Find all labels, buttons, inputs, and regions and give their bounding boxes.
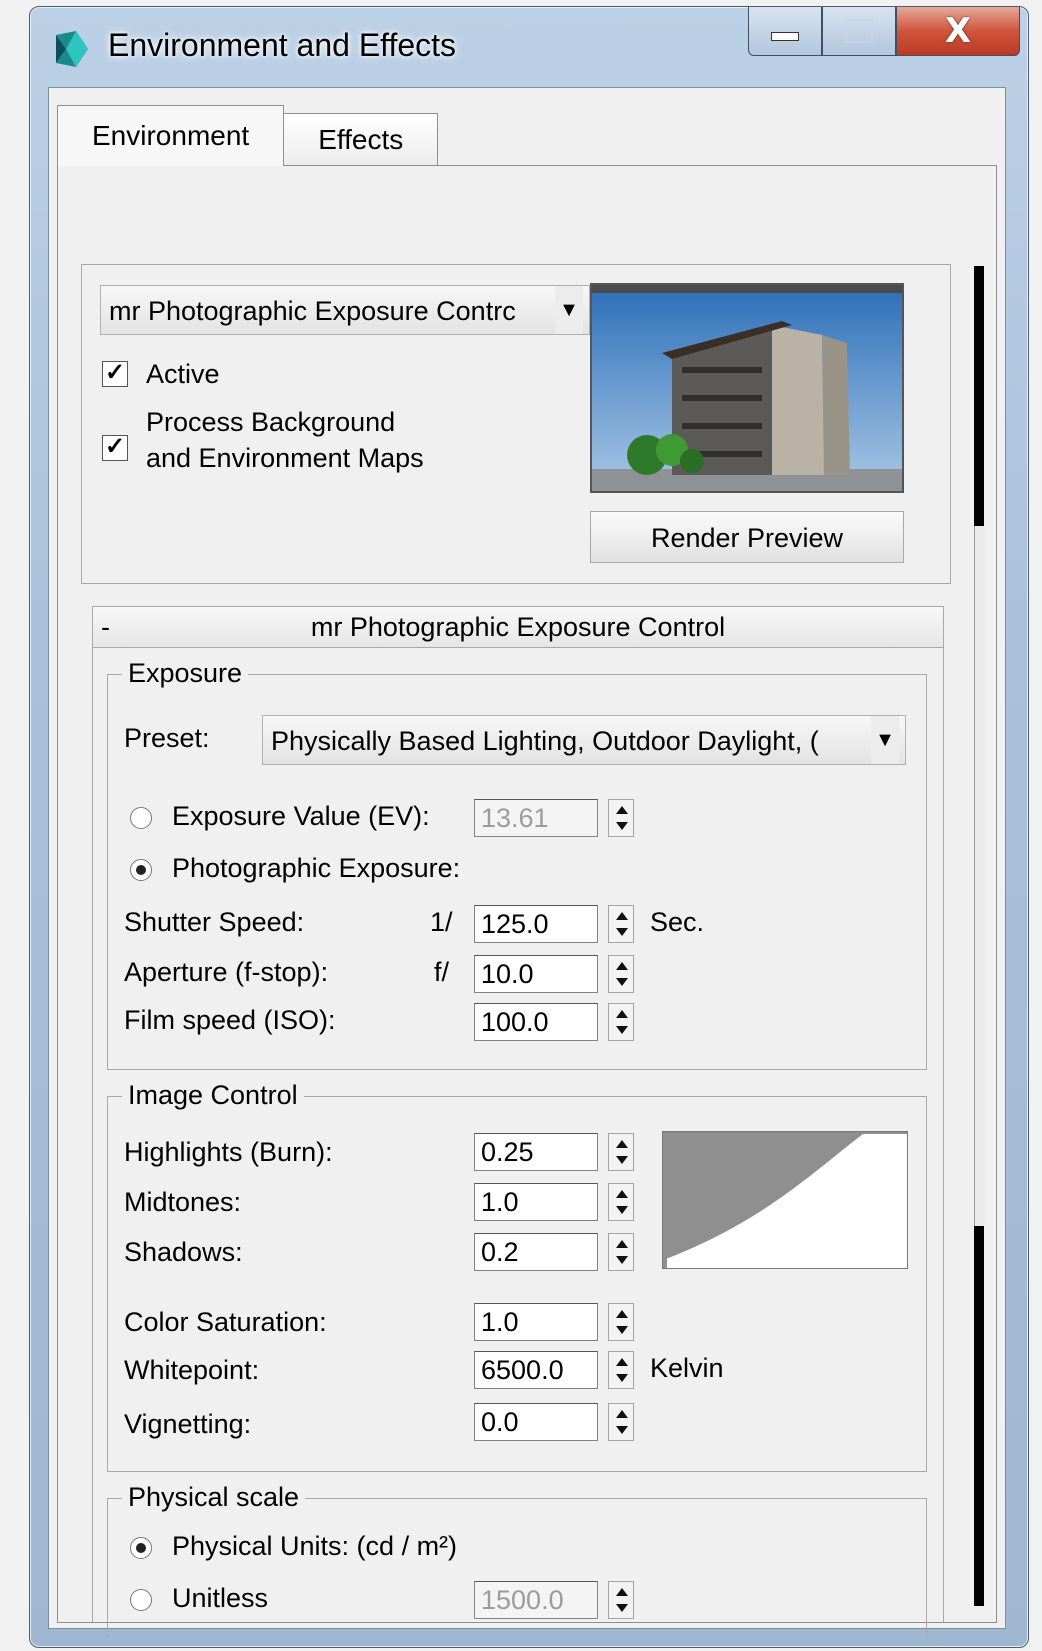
color-saturation-label: Color Saturation: [124, 1307, 327, 1337]
exposure-type-value: mr Photographic Exposure Contrc [109, 296, 516, 326]
chevron-down-icon: ▼ [555, 286, 583, 334]
maximize-icon [845, 19, 873, 43]
close-button[interactable]: X [896, 7, 1020, 56]
ev-field[interactable]: 13.61 [474, 799, 598, 837]
physical-units-radio[interactable] [130, 1537, 152, 1559]
window-controls: X [748, 7, 1020, 57]
exposure-group: Exposure Preset: Physically Based Lighti… [107, 656, 927, 1070]
whitepoint-field[interactable]: 6500.0 [474, 1351, 598, 1389]
aperture-spinner[interactable] [608, 955, 634, 993]
active-checkbox[interactable]: ✓ [102, 361, 128, 387]
image-control-group: Image Control Highlights (Burn): 0.25 Mi… [107, 1078, 927, 1472]
shutter-speed-spinner[interactable] [608, 905, 634, 943]
rollout-header[interactable]: - mr Photographic Exposure Control [92, 606, 944, 648]
tab-strip: Environment Effects [57, 104, 439, 166]
midtones-spinner[interactable] [608, 1183, 634, 1221]
preset-label: Preset: [124, 723, 210, 753]
ev-label: Exposure Value (EV): [172, 801, 430, 831]
shutter-speed-label: Shutter Speed: [124, 907, 305, 937]
minimize-button[interactable] [748, 7, 822, 56]
process-background-label-line1: Process Background [146, 407, 396, 437]
preset-value: Physically Based Lighting, Outdoor Dayli… [271, 726, 819, 756]
exposure-type-dropdown[interactable]: mr Photographic Exposure Contrc ▼ [100, 285, 590, 335]
title-bar[interactable]: Environment and Effects X [30, 7, 1028, 81]
environment-panel: mr Photographic Exposure Contrc ▼ ✓ Acti… [57, 165, 997, 1638]
physical-scale-legend: Physical scale [122, 1480, 306, 1514]
unitless-spinner[interactable] [608, 1581, 634, 1619]
photographic-exposure-label: Photographic Exposure: [172, 853, 461, 883]
whitepoint-spinner[interactable] [608, 1351, 634, 1389]
iso-spinner[interactable] [608, 1003, 634, 1041]
color-saturation-field[interactable]: 1.0 [474, 1303, 598, 1341]
whitepoint-label: Whitepoint: [124, 1355, 260, 1385]
iso-field[interactable]: 100.0 [474, 1003, 598, 1041]
physical-scale-group: Physical scale Physical Units: (cd / m²)… [107, 1480, 927, 1638]
client-area: Environment Effects mr Photographic Expo… [48, 87, 1006, 1638]
physical-units-label: Physical Units: (cd / m²) [172, 1531, 458, 1561]
window: Environment and Effects X Environment Ef… [29, 6, 1029, 1648]
ev-spinner[interactable] [608, 799, 634, 837]
highlights-field[interactable]: 0.25 [474, 1133, 598, 1171]
unitless-label: Unitless [172, 1583, 269, 1613]
tone-curve-graph [662, 1131, 908, 1269]
shadows-label: Shadows: [124, 1237, 243, 1267]
ev-radio[interactable] [130, 807, 152, 829]
exposure-control-section: mr Photographic Exposure Contrc ▼ ✓ Acti… [81, 264, 951, 584]
exposure-legend: Exposure [122, 656, 249, 690]
process-background-checkbox[interactable]: ✓ [102, 435, 128, 461]
app-icon [52, 29, 92, 69]
tab-effects[interactable]: Effects [283, 113, 439, 166]
unitless-radio[interactable] [130, 1589, 152, 1611]
unitless-field[interactable]: 1500.0 [474, 1581, 598, 1619]
highlights-spinner[interactable] [608, 1133, 634, 1171]
render-preview-button[interactable]: Render Preview [590, 511, 904, 563]
close-icon: X [944, 11, 972, 51]
iso-label: Film speed (ISO): [124, 1005, 336, 1035]
shutter-prefix: 1/ [430, 907, 453, 937]
color-saturation-spinner[interactable] [608, 1303, 634, 1341]
shutter-speed-field[interactable]: 125.0 [474, 905, 598, 943]
rollout-body: Exposure Preset: Physically Based Lighti… [92, 646, 944, 1638]
image-control-legend: Image Control [122, 1078, 304, 1112]
render-preview-image [590, 283, 904, 493]
vignetting-field[interactable]: 0.0 [474, 1403, 598, 1441]
tab-environment[interactable]: Environment [57, 105, 285, 166]
shadows-spinner[interactable] [608, 1233, 634, 1271]
vignetting-label: Vignetting: [124, 1409, 252, 1439]
preset-dropdown[interactable]: Physically Based Lighting, Outdoor Dayli… [262, 715, 906, 765]
aperture-prefix: f/ [434, 957, 450, 987]
aperture-label: Aperture (f-stop): [124, 957, 329, 987]
rollout-title: mr Photographic Exposure Control [310, 612, 726, 642]
scrollbar-thumb[interactable] [974, 526, 985, 1226]
minimize-icon [771, 31, 799, 41]
window-title: Environment and Effects [108, 27, 457, 63]
whitepoint-unit: Kelvin [650, 1353, 724, 1383]
vertical-scrollbar[interactable] [974, 266, 985, 1606]
process-background-label-line2: and Environment Maps [146, 443, 424, 473]
maximize-button[interactable] [822, 7, 896, 56]
aperture-field[interactable]: 10.0 [474, 955, 598, 993]
shadows-field[interactable]: 0.2 [474, 1233, 598, 1271]
midtones-label: Midtones: [124, 1187, 242, 1217]
highlights-label: Highlights (Burn): [124, 1137, 333, 1167]
photographic-exposure-radio[interactable] [130, 859, 152, 881]
chevron-down-icon: ▼ [871, 716, 899, 764]
active-label: Active [146, 359, 220, 389]
midtones-field[interactable]: 1.0 [474, 1183, 598, 1221]
vignetting-spinner[interactable] [608, 1403, 634, 1441]
shutter-unit: Sec. [650, 907, 705, 937]
